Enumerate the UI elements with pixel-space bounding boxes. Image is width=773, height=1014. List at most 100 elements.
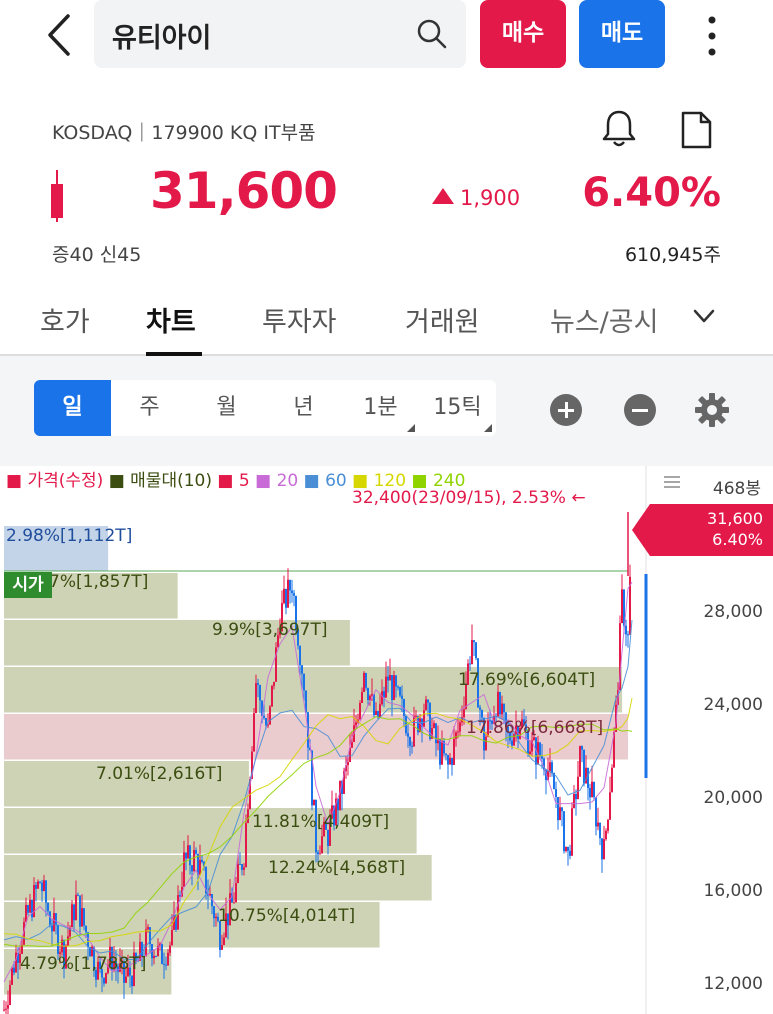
candle-body	[245, 823, 247, 868]
candle-body	[511, 740, 513, 746]
buy-button[interactable]: 매수	[480, 0, 566, 68]
zoom-out-icon[interactable]	[624, 394, 656, 426]
candle-body	[573, 794, 575, 809]
y-tick-16000: 16,000	[703, 881, 763, 901]
period-selector: 일 주 월 년 1분 15틱	[34, 380, 496, 436]
candle-body	[379, 704, 381, 718]
search-field[interactable]: 유티아이	[94, 0, 466, 68]
back-arrow-icon[interactable]	[40, 10, 80, 60]
candle-body	[255, 683, 257, 714]
candle-body	[55, 913, 57, 926]
open-price-badge: 시가	[4, 572, 52, 598]
price-chart[interactable]: ■ 가격(수정) ■ 매물대(10) ■ 5 ■ 20 ■ 60 ■ 120 ■…	[0, 466, 773, 1014]
candle-body	[365, 672, 367, 688]
candle-body	[327, 829, 329, 846]
top-bar: 유티아이 매수 매도	[0, 0, 773, 80]
candle-body	[257, 683, 259, 685]
period-month[interactable]: 월	[188, 380, 265, 436]
candle-body	[163, 963, 165, 965]
candle-body	[457, 731, 459, 733]
candle-body	[57, 925, 59, 954]
candle-body	[563, 811, 565, 852]
period-day[interactable]: 일	[34, 380, 111, 436]
candle-body	[455, 732, 457, 739]
candle-body	[51, 925, 53, 932]
candle-body	[223, 937, 225, 946]
period-tick[interactable]: 15틱	[419, 380, 496, 436]
more-vertical-icon[interactable]	[700, 12, 724, 60]
document-icon[interactable]	[678, 110, 714, 150]
tab-chart[interactable]: 차트	[146, 300, 196, 339]
candle-body	[575, 794, 577, 800]
tab-investor[interactable]: 투자자	[262, 300, 337, 339]
candle-body	[75, 894, 77, 921]
candle-body	[621, 589, 623, 624]
candle-body	[213, 906, 215, 919]
candle-body	[401, 695, 403, 699]
candle-body	[239, 863, 241, 865]
candle-body	[427, 699, 429, 703]
period-week[interactable]: 주	[111, 380, 188, 436]
gear-icon[interactable]	[694, 392, 730, 428]
candle-body	[291, 590, 293, 594]
tab-orderbook[interactable]: 호가	[40, 300, 90, 339]
candle-body	[399, 686, 401, 696]
candle-body	[301, 665, 303, 674]
vp-label: 9.9%[3,697T]	[212, 620, 328, 640]
candle-body	[145, 929, 147, 957]
candle-body	[131, 975, 133, 987]
candle-body	[397, 686, 399, 688]
candle-body	[559, 807, 561, 821]
candle-body	[191, 865, 193, 872]
candle-body	[271, 685, 273, 707]
candle-icon	[51, 170, 63, 222]
candle-body	[385, 676, 387, 698]
zoom-in-icon[interactable]	[550, 394, 582, 426]
trading-volume: 610,945주	[624, 244, 721, 266]
candle-body	[439, 738, 441, 765]
candle-body	[299, 645, 301, 666]
search-icon[interactable]	[416, 18, 448, 50]
candle-body	[373, 694, 375, 715]
candle-body	[607, 819, 609, 831]
candle-body	[103, 977, 105, 984]
candle-body	[599, 822, 601, 839]
tab-broker[interactable]: 거래원	[405, 300, 480, 339]
candle-body	[243, 867, 245, 870]
candle-body	[3, 1009, 5, 1011]
candle-body	[377, 710, 379, 718]
bell-icon[interactable]	[600, 108, 638, 148]
chevron-down-icon[interactable]	[690, 302, 718, 330]
candle-body	[287, 579, 289, 608]
candle-body	[473, 640, 475, 643]
candle-body	[627, 634, 629, 636]
legend-ma20-label: 20	[276, 471, 299, 491]
period-minute[interactable]: 1분	[342, 380, 419, 436]
period-year[interactable]: 년	[265, 380, 342, 436]
tab-news[interactable]: 뉴스/공시	[550, 300, 658, 339]
candle-body	[479, 707, 481, 710]
candle-body	[193, 850, 195, 872]
candle-body	[45, 880, 47, 903]
candle-body	[259, 684, 261, 701]
candle-body	[363, 672, 365, 693]
menu-lines-icon[interactable]	[662, 474, 682, 490]
vp-label: 7.01%[2,616T]	[96, 764, 223, 784]
candle-body	[485, 736, 487, 751]
candle-body	[601, 838, 603, 860]
candle-body	[5, 1008, 7, 1010]
vp-label: 17.86%[6,668T]	[466, 718, 604, 738]
candle-body	[415, 715, 417, 717]
candle-body	[355, 722, 357, 726]
candle-body	[105, 973, 107, 984]
candle-body	[587, 767, 589, 789]
candle-body	[555, 789, 557, 798]
candle-body	[79, 895, 81, 927]
candle-body	[187, 845, 189, 859]
candle-body	[221, 945, 223, 950]
legend-ma60-label: 60	[325, 471, 347, 491]
candle-body	[361, 692, 363, 704]
sell-button[interactable]: 매도	[579, 0, 665, 68]
candle-body	[41, 882, 43, 892]
candle-body	[593, 781, 595, 798]
